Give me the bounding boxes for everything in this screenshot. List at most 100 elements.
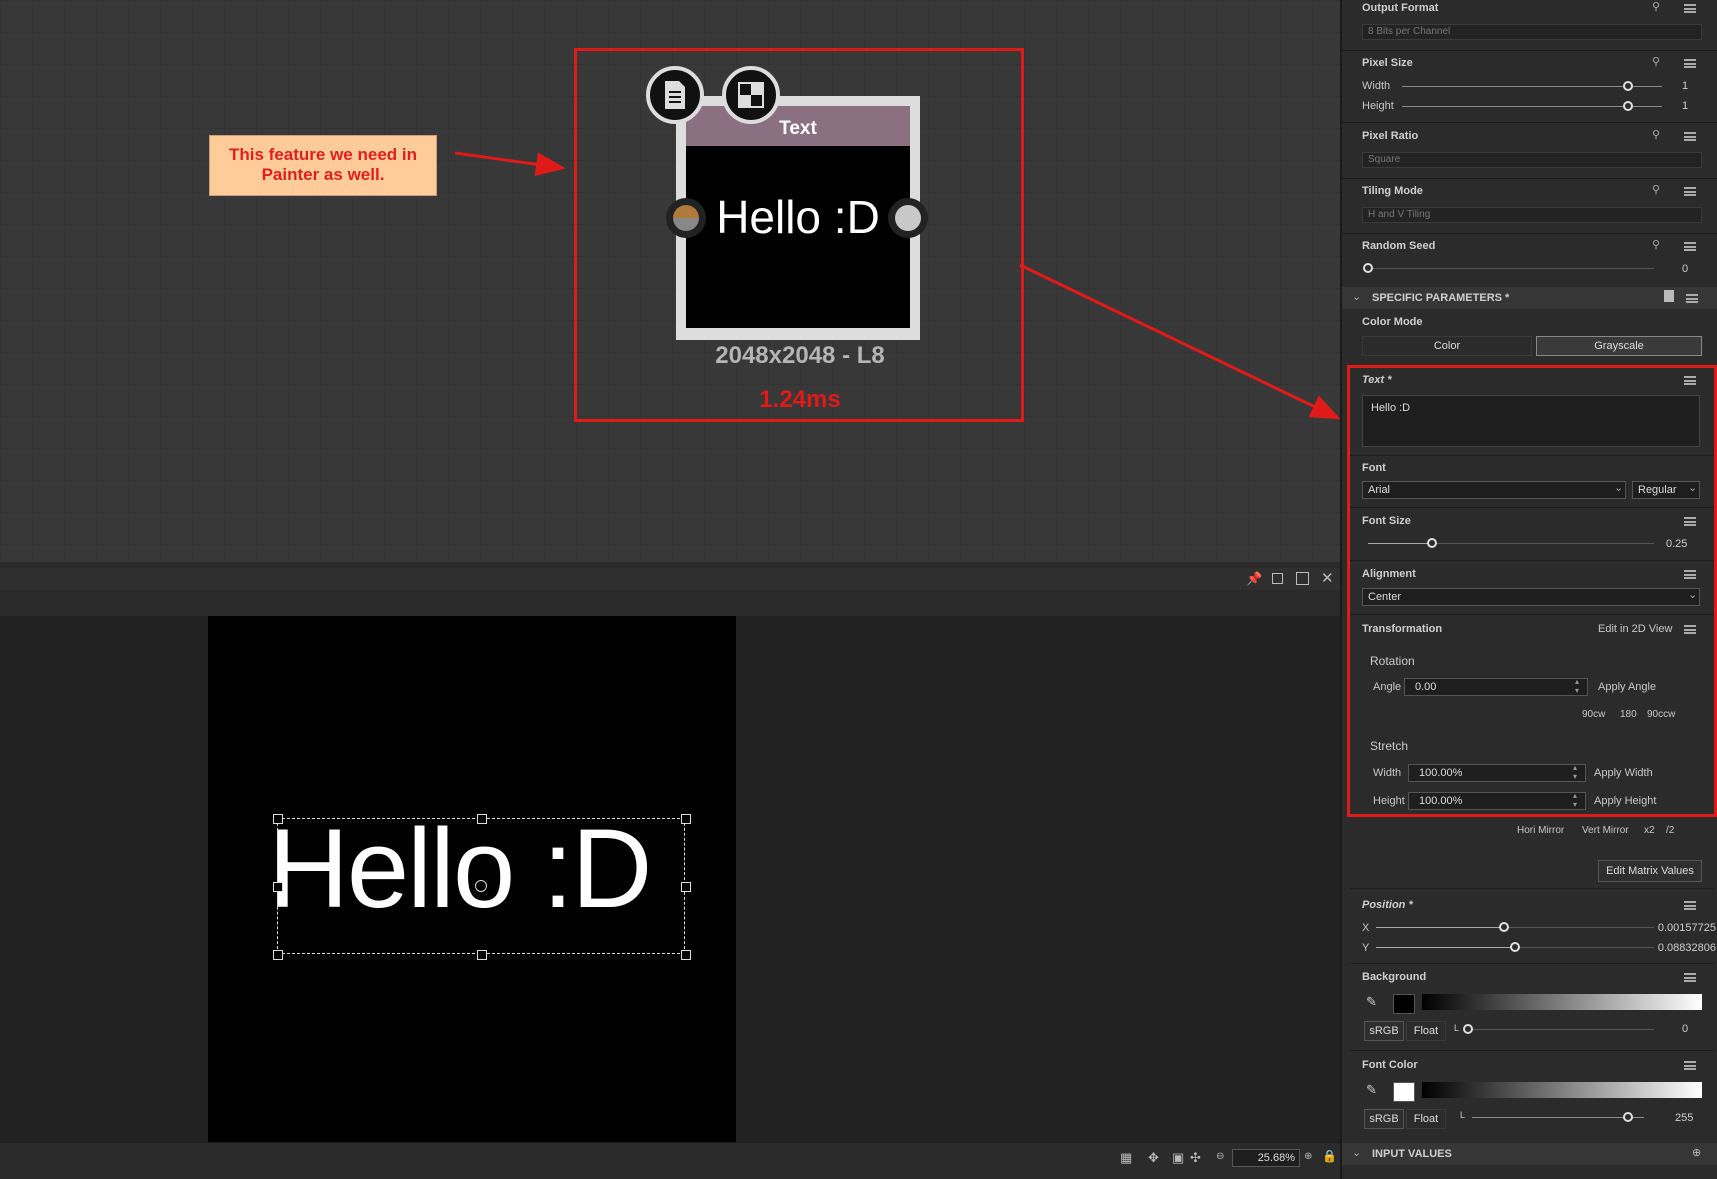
- angle-input[interactable]: 0.00: [1404, 678, 1588, 696]
- menu-icon[interactable]: [1684, 59, 1696, 68]
- output-format-dropdown[interactable]: 8 Bits per Channel: [1362, 24, 1702, 40]
- pixel-width-knob[interactable]: [1623, 81, 1633, 91]
- background-gradient[interactable]: [1422, 994, 1702, 1010]
- text-param-input[interactable]: Hello :D: [1362, 395, 1700, 447]
- transform-tool-icon[interactable]: ✥: [1148, 1150, 1159, 1166]
- menu-icon[interactable]: [1684, 132, 1696, 141]
- inherit-icon[interactable]: ⚲: [1652, 238, 1660, 251]
- gizmo-handle[interactable]: [273, 950, 283, 960]
- gizmo-handle[interactable]: [681, 950, 691, 960]
- menu-icon[interactable]: [1684, 1061, 1696, 1070]
- gizmo-handle[interactable]: [273, 814, 283, 824]
- zoom-field[interactable]: 25.68%: [1232, 1149, 1300, 1167]
- background-float-button[interactable]: Float: [1406, 1021, 1446, 1041]
- font-size-knob[interactable]: [1427, 538, 1437, 548]
- menu-icon[interactable]: [1684, 625, 1696, 634]
- gizmo-handle[interactable]: [681, 814, 691, 824]
- font-size-track[interactable]: [1368, 543, 1654, 544]
- fit-icon[interactable]: ▣: [1172, 1150, 1184, 1166]
- rotate-90cw-button[interactable]: 90cw: [1582, 709, 1605, 720]
- edit-in-2d-view-link[interactable]: Edit in 2D View: [1598, 623, 1672, 635]
- add-icon[interactable]: ⊕: [1692, 1146, 1701, 1159]
- eyedropper-icon[interactable]: ✎: [1366, 1082, 1377, 1098]
- gizmo-handle[interactable]: [273, 882, 283, 892]
- menu-icon[interactable]: [1684, 376, 1696, 385]
- alignment-dropdown[interactable]: Center: [1362, 588, 1700, 606]
- menu-icon[interactable]: [1684, 242, 1696, 251]
- menu-icon[interactable]: [1686, 294, 1698, 303]
- collapse-chevron-icon[interactable]: ⌄: [1352, 290, 1361, 303]
- menu-icon[interactable]: [1684, 901, 1696, 910]
- spinner-icon[interactable]: ▴ ▾: [1573, 763, 1577, 781]
- inherit-icon[interactable]: ⚲: [1652, 55, 1660, 68]
- menu-icon[interactable]: [1684, 973, 1696, 982]
- position-x-track[interactable]: [1376, 927, 1654, 928]
- chevron-down-icon[interactable]: ⌄: [1614, 481, 1623, 494]
- close-icon[interactable]: ✕: [1321, 569, 1334, 587]
- position-x-knob[interactable]: [1499, 922, 1509, 932]
- position-y-knob[interactable]: [1510, 942, 1520, 952]
- grid-icon[interactable]: ▦: [1120, 1150, 1132, 1166]
- scale-div2-button[interactable]: /2: [1666, 825, 1674, 836]
- pixel-height-knob[interactable]: [1623, 101, 1633, 111]
- font-color-swatch[interactable]: [1393, 1082, 1415, 1102]
- font-color-srgb-button[interactable]: sRGB: [1364, 1109, 1404, 1129]
- vert-mirror-button[interactable]: Vert Mirror: [1582, 825, 1629, 836]
- rotate-180-button[interactable]: 180: [1620, 709, 1637, 720]
- apply-width-button[interactable]: Apply Width: [1594, 767, 1653, 779]
- background-l-knob[interactable]: [1463, 1024, 1473, 1034]
- node-input-port[interactable]: [666, 198, 706, 238]
- 2d-canvas[interactable]: Hello :D: [208, 616, 736, 1142]
- pan-icon[interactable]: ✣: [1190, 1150, 1201, 1166]
- zoom-in-icon[interactable]: ⊕: [1304, 1151, 1312, 1162]
- gizmo-pivot[interactable]: [475, 880, 487, 892]
- inherit-icon[interactable]: ⚲: [1652, 0, 1660, 13]
- hori-mirror-button[interactable]: Hori Mirror: [1517, 825, 1564, 836]
- pixel-ratio-dropdown[interactable]: Square: [1362, 152, 1702, 168]
- font-color-l-track[interactable]: [1472, 1117, 1644, 1118]
- font-color-gradient[interactable]: [1422, 1082, 1702, 1098]
- pin-icon[interactable]: 📌: [1246, 571, 1262, 587]
- scale-x2-button[interactable]: x2: [1644, 825, 1655, 836]
- background-srgb-button[interactable]: sRGB: [1364, 1021, 1404, 1041]
- random-seed-track[interactable]: [1368, 268, 1654, 269]
- gizmo-handle[interactable]: [477, 950, 487, 960]
- font-color-l-knob[interactable]: [1623, 1112, 1633, 1122]
- spinner-icon[interactable]: ▴ ▾: [1575, 677, 1579, 695]
- inherit-icon[interactable]: ⚲: [1652, 128, 1660, 141]
- eyedropper-icon[interactable]: ✎: [1366, 994, 1377, 1010]
- text-node[interactable]: Text Hello :D: [676, 96, 920, 340]
- spinner-icon[interactable]: ▴ ▾: [1573, 791, 1577, 809]
- node-output-port[interactable]: [888, 198, 928, 238]
- inherit-icon[interactable]: ⚲: [1652, 183, 1660, 196]
- apply-angle-button[interactable]: Apply Angle: [1598, 681, 1656, 693]
- random-seed-knob[interactable]: [1363, 263, 1373, 273]
- stretch-height-input[interactable]: 100.00%: [1408, 792, 1586, 810]
- font-color-float-button[interactable]: Float: [1406, 1109, 1446, 1129]
- zoom-out-icon[interactable]: ⊖: [1216, 1151, 1224, 1162]
- gizmo-handle[interactable]: [681, 882, 691, 892]
- stretch-width-input[interactable]: 100.00%: [1408, 764, 1586, 782]
- collapse-chevron-icon[interactable]: ⌄: [1352, 1146, 1361, 1159]
- menu-icon[interactable]: [1684, 570, 1696, 579]
- menu-icon[interactable]: [1684, 187, 1696, 196]
- rotate-90ccw-button[interactable]: 90ccw: [1647, 709, 1675, 720]
- background-swatch[interactable]: [1393, 994, 1415, 1014]
- chevron-down-icon[interactable]: ⌄: [1688, 588, 1697, 601]
- color-mode-grayscale-button[interactable]: Grayscale: [1536, 336, 1702, 356]
- maximize-icon[interactable]: [1296, 572, 1309, 585]
- background-l-track[interactable]: [1466, 1029, 1654, 1030]
- node-checker-icon[interactable]: [722, 66, 780, 124]
- chevron-down-icon[interactable]: ⌄: [1688, 481, 1697, 494]
- float-window-icon[interactable]: [1272, 573, 1283, 584]
- color-mode-color-button[interactable]: Color: [1362, 336, 1532, 356]
- node-doc-icon[interactable]: [646, 66, 704, 124]
- lock-icon[interactable]: 🔒: [1322, 1149, 1337, 1163]
- gizmo-handle[interactable]: [477, 814, 487, 824]
- preset-icon[interactable]: [1664, 290, 1674, 302]
- apply-height-button[interactable]: Apply Height: [1594, 795, 1656, 807]
- tiling-mode-dropdown[interactable]: H and V Tiling: [1362, 207, 1702, 223]
- menu-icon[interactable]: [1684, 517, 1696, 526]
- menu-icon[interactable]: [1684, 4, 1696, 13]
- edit-matrix-values-button[interactable]: Edit Matrix Values: [1598, 860, 1702, 882]
